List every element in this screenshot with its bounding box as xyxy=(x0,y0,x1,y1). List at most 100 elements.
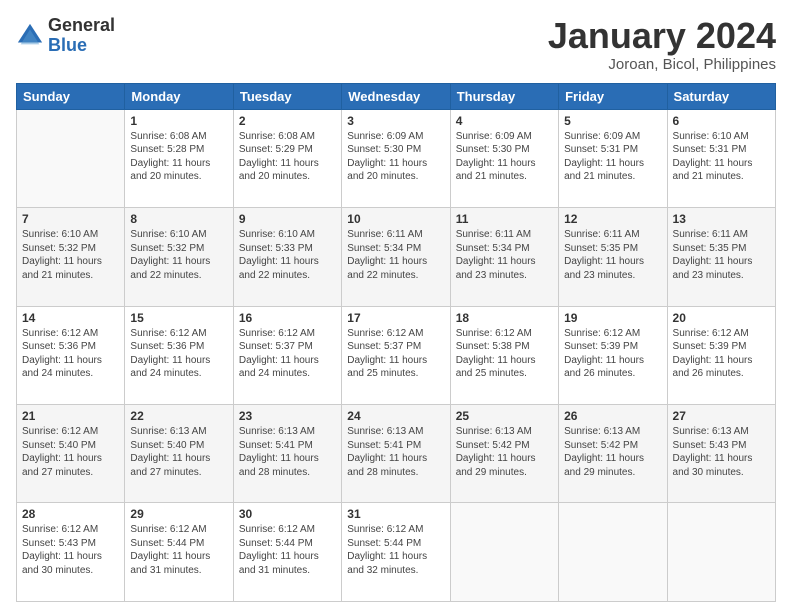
logo-text: General Blue xyxy=(48,16,115,56)
calendar-cell: 22 Sunrise: 6:13 AM Sunset: 5:40 PM Dayli… xyxy=(125,405,233,503)
calendar-cell: 8 Sunrise: 6:10 AM Sunset: 5:32 PM Daylig… xyxy=(125,208,233,306)
calendar-cell: 16 Sunrise: 6:12 AM Sunset: 5:37 PM Dayli… xyxy=(233,306,341,404)
col-wednesday: Wednesday xyxy=(342,83,450,109)
cell-info: Sunrise: 6:12 AM Sunset: 5:39 PM Dayligh… xyxy=(673,327,770,381)
cell-info: Sunrise: 6:11 AM Sunset: 5:35 PM Dayligh… xyxy=(564,228,661,282)
cell-info: Sunrise: 6:12 AM Sunset: 5:36 PM Dayligh… xyxy=(22,327,119,381)
calendar-cell: 20 Sunrise: 6:12 AM Sunset: 5:39 PM Dayli… xyxy=(667,306,775,404)
cell-info: Sunrise: 6:11 AM Sunset: 5:35 PM Dayligh… xyxy=(673,228,770,282)
cell-date-number: 26 xyxy=(564,409,661,423)
cell-date-number: 25 xyxy=(456,409,553,423)
cell-info: Sunrise: 6:12 AM Sunset: 5:37 PM Dayligh… xyxy=(347,327,444,381)
calendar-cell: 5Sunrise: 6:09 AM Sunset: 5:31 PM Daylig… xyxy=(559,109,667,207)
calendar-cell: 19Sunrise: 6:12 AM Sunset: 5:39 PM Dayli… xyxy=(559,306,667,404)
cell-info: Sunrise: 6:12 AM Sunset: 5:36 PM Dayligh… xyxy=(130,327,227,381)
cell-date-number: 2 xyxy=(239,114,336,128)
cell-info: Sunrise: 6:12 AM Sunset: 5:38 PM Dayligh… xyxy=(456,327,553,381)
cell-date-number: 24 xyxy=(347,409,444,423)
cell-date-number: 1 xyxy=(130,114,227,128)
cell-info: Sunrise: 6:12 AM Sunset: 5:44 PM Dayligh… xyxy=(347,523,444,577)
cell-date-number: 18 xyxy=(456,311,553,325)
cell-info: Sunrise: 6:12 AM Sunset: 5:37 PM Dayligh… xyxy=(239,327,336,381)
cell-info: Sunrise: 6:10 AM Sunset: 5:32 PM Dayligh… xyxy=(130,228,227,282)
cell-date-number: 9 xyxy=(239,212,336,226)
calendar-cell: 10Sunrise: 6:11 AM Sunset: 5:34 PM Dayli… xyxy=(342,208,450,306)
cell-info: Sunrise: 6:13 AM Sunset: 5:41 PM Dayligh… xyxy=(347,425,444,479)
calendar-cell: 14Sunrise: 6:12 AM Sunset: 5:36 PM Dayli… xyxy=(17,306,125,404)
cell-date-number: 4 xyxy=(456,114,553,128)
logo-general-text: General xyxy=(48,16,115,36)
cell-info: Sunrise: 6:10 AM Sunset: 5:31 PM Dayligh… xyxy=(673,130,770,184)
title-area: January 2024 Joroan, Bicol, Philippines xyxy=(548,16,776,73)
cell-date-number: 16 xyxy=(239,311,336,325)
col-sunday: Sunday xyxy=(17,83,125,109)
calendar-cell: 13 Sunrise: 6:11 AM Sunset: 5:35 PM Dayli… xyxy=(667,208,775,306)
calendar-cell: 18 Sunrise: 6:12 AM Sunset: 5:38 PM Dayli… xyxy=(450,306,558,404)
calendar-cell: 25 Sunrise: 6:13 AM Sunset: 5:42 PM Dayli… xyxy=(450,405,558,503)
cell-date-number: 20 xyxy=(673,311,770,325)
cell-info: Sunrise: 6:12 AM Sunset: 5:44 PM Dayligh… xyxy=(239,523,336,577)
cell-date-number: 6 xyxy=(673,114,770,128)
calendar-week-row: 7Sunrise: 6:10 AM Sunset: 5:32 PM Daylig… xyxy=(17,208,776,306)
cell-info: Sunrise: 6:09 AM Sunset: 5:30 PM Dayligh… xyxy=(347,130,444,184)
page: General Blue January 2024 Joroan, Bicol,… xyxy=(0,0,792,612)
calendar-cell: 4 Sunrise: 6:09 AM Sunset: 5:30 PM Daylig… xyxy=(450,109,558,207)
cell-date-number: 23 xyxy=(239,409,336,423)
cell-info: Sunrise: 6:11 AM Sunset: 5:34 PM Dayligh… xyxy=(456,228,553,282)
calendar-cell: 21 Sunrise: 6:12 AM Sunset: 5:40 PM Dayli… xyxy=(17,405,125,503)
header: General Blue January 2024 Joroan, Bicol,… xyxy=(16,16,776,73)
cell-info: Sunrise: 6:13 AM Sunset: 5:42 PM Dayligh… xyxy=(564,425,661,479)
cell-info: Sunrise: 6:10 AM Sunset: 5:33 PM Dayligh… xyxy=(239,228,336,282)
calendar-cell: 11Sunrise: 6:11 AM Sunset: 5:34 PM Dayli… xyxy=(450,208,558,306)
cell-date-number: 27 xyxy=(673,409,770,423)
cell-date-number: 29 xyxy=(130,507,227,521)
calendar-week-row: 14Sunrise: 6:12 AM Sunset: 5:36 PM Dayli… xyxy=(17,306,776,404)
cell-date-number: 19 xyxy=(564,311,661,325)
cell-info: Sunrise: 6:12 AM Sunset: 5:43 PM Dayligh… xyxy=(22,523,119,577)
logo: General Blue xyxy=(16,16,115,56)
calendar-week-row: 1 Sunrise: 6:08 AM Sunset: 5:28 PM Daylig… xyxy=(17,109,776,207)
col-saturday: Saturday xyxy=(667,83,775,109)
cell-date-number: 31 xyxy=(347,507,444,521)
col-thursday: Thursday xyxy=(450,83,558,109)
calendar-table: Sunday Monday Tuesday Wednesday Thursday… xyxy=(16,83,776,602)
cell-date-number: 8 xyxy=(130,212,227,226)
calendar-cell: 9 Sunrise: 6:10 AM Sunset: 5:33 PM Daylig… xyxy=(233,208,341,306)
calendar-cell: 12 Sunrise: 6:11 AM Sunset: 5:35 PM Dayli… xyxy=(559,208,667,306)
calendar-cell xyxy=(559,503,667,602)
cell-date-number: 12 xyxy=(564,212,661,226)
calendar-cell: 7Sunrise: 6:10 AM Sunset: 5:32 PM Daylig… xyxy=(17,208,125,306)
calendar-cell: 26 Sunrise: 6:13 AM Sunset: 5:42 PM Dayli… xyxy=(559,405,667,503)
calendar-cell: 29 Sunrise: 6:12 AM Sunset: 5:44 PM Dayli… xyxy=(125,503,233,602)
cell-info: Sunrise: 6:08 AM Sunset: 5:28 PM Dayligh… xyxy=(130,130,227,184)
calendar-cell: 24 Sunrise: 6:13 AM Sunset: 5:41 PM Dayli… xyxy=(342,405,450,503)
cell-date-number: 10 xyxy=(347,212,444,226)
cell-info: Sunrise: 6:08 AM Sunset: 5:29 PM Dayligh… xyxy=(239,130,336,184)
cell-info: Sunrise: 6:10 AM Sunset: 5:32 PM Dayligh… xyxy=(22,228,119,282)
cell-date-number: 30 xyxy=(239,507,336,521)
calendar-header-row: Sunday Monday Tuesday Wednesday Thursday… xyxy=(17,83,776,109)
calendar-cell: 31 Sunrise: 6:12 AM Sunset: 5:44 PM Dayli… xyxy=(342,503,450,602)
cell-date-number: 21 xyxy=(22,409,119,423)
col-friday: Friday xyxy=(559,83,667,109)
calendar-week-row: 21 Sunrise: 6:12 AM Sunset: 5:40 PM Dayli… xyxy=(17,405,776,503)
cell-info: Sunrise: 6:13 AM Sunset: 5:40 PM Dayligh… xyxy=(130,425,227,479)
cell-date-number: 22 xyxy=(130,409,227,423)
calendar-cell: 17Sunrise: 6:12 AM Sunset: 5:37 PM Dayli… xyxy=(342,306,450,404)
calendar-cell xyxy=(17,109,125,207)
col-monday: Monday xyxy=(125,83,233,109)
cell-info: Sunrise: 6:09 AM Sunset: 5:30 PM Dayligh… xyxy=(456,130,553,184)
logo-icon xyxy=(16,22,44,50)
col-tuesday: Tuesday xyxy=(233,83,341,109)
cell-info: Sunrise: 6:12 AM Sunset: 5:44 PM Dayligh… xyxy=(130,523,227,577)
cell-date-number: 3 xyxy=(347,114,444,128)
cell-info: Sunrise: 6:12 AM Sunset: 5:40 PM Dayligh… xyxy=(22,425,119,479)
cell-date-number: 5 xyxy=(564,114,661,128)
calendar-cell xyxy=(667,503,775,602)
cell-date-number: 13 xyxy=(673,212,770,226)
calendar-location: Joroan, Bicol, Philippines xyxy=(548,56,776,73)
logo-blue-text: Blue xyxy=(48,36,115,56)
cell-date-number: 28 xyxy=(22,507,119,521)
calendar-cell: 3 Sunrise: 6:09 AM Sunset: 5:30 PM Daylig… xyxy=(342,109,450,207)
cell-info: Sunrise: 6:13 AM Sunset: 5:42 PM Dayligh… xyxy=(456,425,553,479)
